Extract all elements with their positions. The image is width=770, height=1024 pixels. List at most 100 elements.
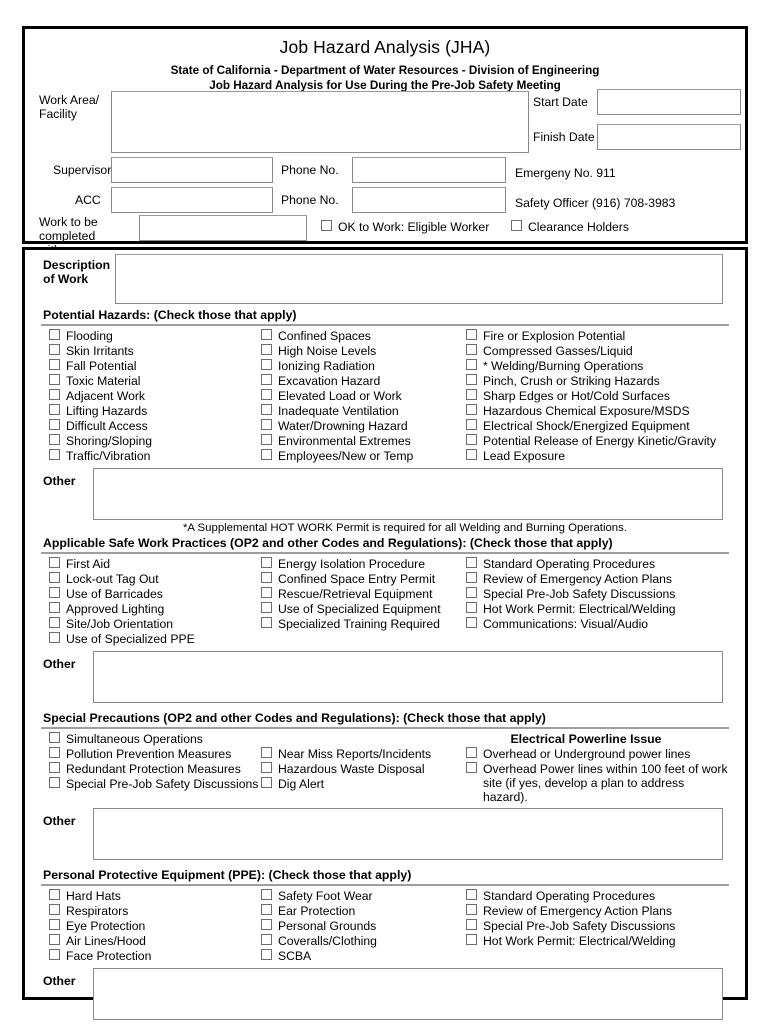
checkbox-row[interactable]: Flooding <box>49 329 261 344</box>
checkbox-row[interactable]: Standard Operating Procedures <box>466 557 736 572</box>
checkbox-icon[interactable] <box>261 587 272 598</box>
checkbox-row[interactable]: Use of Specialized Equipment <box>261 602 466 617</box>
checkbox-row[interactable]: Overhead or Underground power lines <box>466 747 736 762</box>
checkbox-row[interactable]: Inadequate Ventilation <box>261 404 466 419</box>
checkbox-icon[interactable] <box>466 617 477 628</box>
checkbox-icon[interactable] <box>49 434 60 445</box>
checkbox-row[interactable]: * Welding/Burning Operations <box>466 359 736 374</box>
finish-date-input[interactable] <box>597 124 741 150</box>
clearance-holders-checkbox-row[interactable]: Clearance Holders <box>511 220 629 235</box>
checkbox-row[interactable]: Eye Protection <box>49 919 261 934</box>
work-completed-input[interactable] <box>139 215 307 241</box>
checkbox-icon[interactable] <box>261 949 272 960</box>
checkbox-icon[interactable] <box>261 344 272 355</box>
checkbox-icon[interactable] <box>261 904 272 915</box>
checkbox-row[interactable]: Approved Lighting <box>49 602 261 617</box>
checkbox-icon[interactable] <box>49 602 60 613</box>
checkbox-icon[interactable] <box>49 919 60 930</box>
checkbox-row[interactable]: Air Lines/Hood <box>49 934 261 949</box>
checkbox-icon[interactable] <box>49 904 60 915</box>
checkbox-row[interactable]: Fire or Explosion Potential <box>466 329 736 344</box>
checkbox-row[interactable]: Hard Hats <box>49 889 261 904</box>
checkbox-row[interactable]: Traffic/Vibration <box>49 449 261 464</box>
checkbox-row[interactable]: Use of Barricades <box>49 587 261 602</box>
checkbox-icon[interactable] <box>49 889 60 900</box>
checkbox-row[interactable]: Face Protection <box>49 949 261 964</box>
checkbox-icon[interactable] <box>466 904 477 915</box>
checkbox-row[interactable]: Water/Drowning Hazard <box>261 419 466 434</box>
checkbox-icon[interactable] <box>49 572 60 583</box>
checkbox-row[interactable]: Ear Protection <box>261 904 466 919</box>
checkbox-row[interactable]: Electrical Shock/Energized Equipment <box>466 419 736 434</box>
checkbox-icon[interactable] <box>261 889 272 900</box>
checkbox-row[interactable]: Energy Isolation Procedure <box>261 557 466 572</box>
checkbox-icon[interactable] <box>466 747 477 758</box>
checkbox-row[interactable]: Rescue/Retrieval Equipment <box>261 587 466 602</box>
checkbox-row[interactable]: Pinch, Crush or Striking Hazards <box>466 374 736 389</box>
checkbox-row[interactable]: Shoring/Sloping <box>49 434 261 449</box>
checkbox-row[interactable]: Special Pre-Job Safety Discussions <box>49 777 261 792</box>
checkbox-icon[interactable] <box>466 934 477 945</box>
checkbox-row[interactable]: Site/Job Orientation <box>49 617 261 632</box>
checkbox-icon[interactable] <box>261 329 272 340</box>
potential-hazards-other-input[interactable] <box>93 468 723 520</box>
checkbox-icon[interactable] <box>261 572 272 583</box>
checkbox-icon[interactable] <box>49 587 60 598</box>
checkbox-icon[interactable] <box>49 934 60 945</box>
checkbox-icon[interactable] <box>261 557 272 568</box>
checkbox-row[interactable]: Confined Space Entry Permit <box>261 572 466 587</box>
checkbox-icon[interactable] <box>466 889 477 900</box>
checkbox-row[interactable]: Employees/New or Temp <box>261 449 466 464</box>
checkbox-row[interactable]: Compressed Gasses/Liquid <box>466 344 736 359</box>
checkbox-row[interactable]: Safety Foot Wear <box>261 889 466 904</box>
checkbox-icon[interactable] <box>321 220 332 231</box>
checkbox-icon[interactable] <box>261 777 272 788</box>
checkbox-row[interactable]: Hot Work Permit: Electrical/Welding <box>466 602 736 617</box>
checkbox-row[interactable]: Excavation Hazard <box>261 374 466 389</box>
checkbox-icon[interactable] <box>466 389 477 400</box>
checkbox-row[interactable]: Adjacent Work <box>49 389 261 404</box>
checkbox-row[interactable]: Lifting Hazards <box>49 404 261 419</box>
checkbox-row[interactable]: Simultaneous Operations <box>49 732 261 747</box>
supervisor-input[interactable] <box>111 157 273 183</box>
checkbox-icon[interactable] <box>261 617 272 628</box>
checkbox-row[interactable]: Lead Exposure <box>466 449 736 464</box>
checkbox-icon[interactable] <box>466 434 477 445</box>
checkbox-icon[interactable] <box>466 762 477 773</box>
checkbox-row[interactable]: Specialized Training Required <box>261 617 466 632</box>
checkbox-row[interactable]: Communications: Visual/Audio <box>466 617 736 632</box>
checkbox-row[interactable]: Personal Grounds <box>261 919 466 934</box>
checkbox-icon[interactable] <box>261 434 272 445</box>
checkbox-row[interactable]: Skin Irritants <box>49 344 261 359</box>
supervisor-phone-input[interactable] <box>352 157 506 183</box>
checkbox-icon[interactable] <box>49 747 60 758</box>
ppe-other-input[interactable] <box>93 968 723 1020</box>
checkbox-icon[interactable] <box>466 344 477 355</box>
checkbox-icon[interactable] <box>49 344 60 355</box>
checkbox-row[interactable]: Elevated Load or Work <box>261 389 466 404</box>
description-of-work-input[interactable] <box>115 254 723 304</box>
checkbox-icon[interactable] <box>261 404 272 415</box>
checkbox-icon[interactable] <box>466 374 477 385</box>
checkbox-icon[interactable] <box>261 419 272 430</box>
checkbox-icon[interactable] <box>49 389 60 400</box>
checkbox-icon[interactable] <box>49 777 60 788</box>
checkbox-row[interactable]: Fall Potential <box>49 359 261 374</box>
checkbox-icon[interactable] <box>49 617 60 628</box>
safe-work-practices-other-input[interactable] <box>93 651 723 703</box>
checkbox-icon[interactable] <box>466 572 477 583</box>
checkbox-icon[interactable] <box>466 329 477 340</box>
checkbox-row[interactable]: Potential Release of Energy Kinetic/Grav… <box>466 434 736 449</box>
start-date-input[interactable] <box>597 89 741 115</box>
checkbox-row[interactable]: Special Pre-Job Safety Discussions <box>466 919 736 934</box>
checkbox-row[interactable]: Respirators <box>49 904 261 919</box>
checkbox-row[interactable]: Toxic Material <box>49 374 261 389</box>
checkbox-icon[interactable] <box>261 934 272 945</box>
checkbox-row[interactable]: Hazardous Chemical Exposure/MSDS <box>466 404 736 419</box>
checkbox-icon[interactable] <box>49 404 60 415</box>
checkbox-icon[interactable] <box>49 374 60 385</box>
checkbox-row[interactable]: Ionizing Radiation <box>261 359 466 374</box>
checkbox-icon[interactable] <box>261 762 272 773</box>
checkbox-row[interactable]: Review of Emergency Action Plans <box>466 904 736 919</box>
checkbox-icon[interactable] <box>261 449 272 460</box>
